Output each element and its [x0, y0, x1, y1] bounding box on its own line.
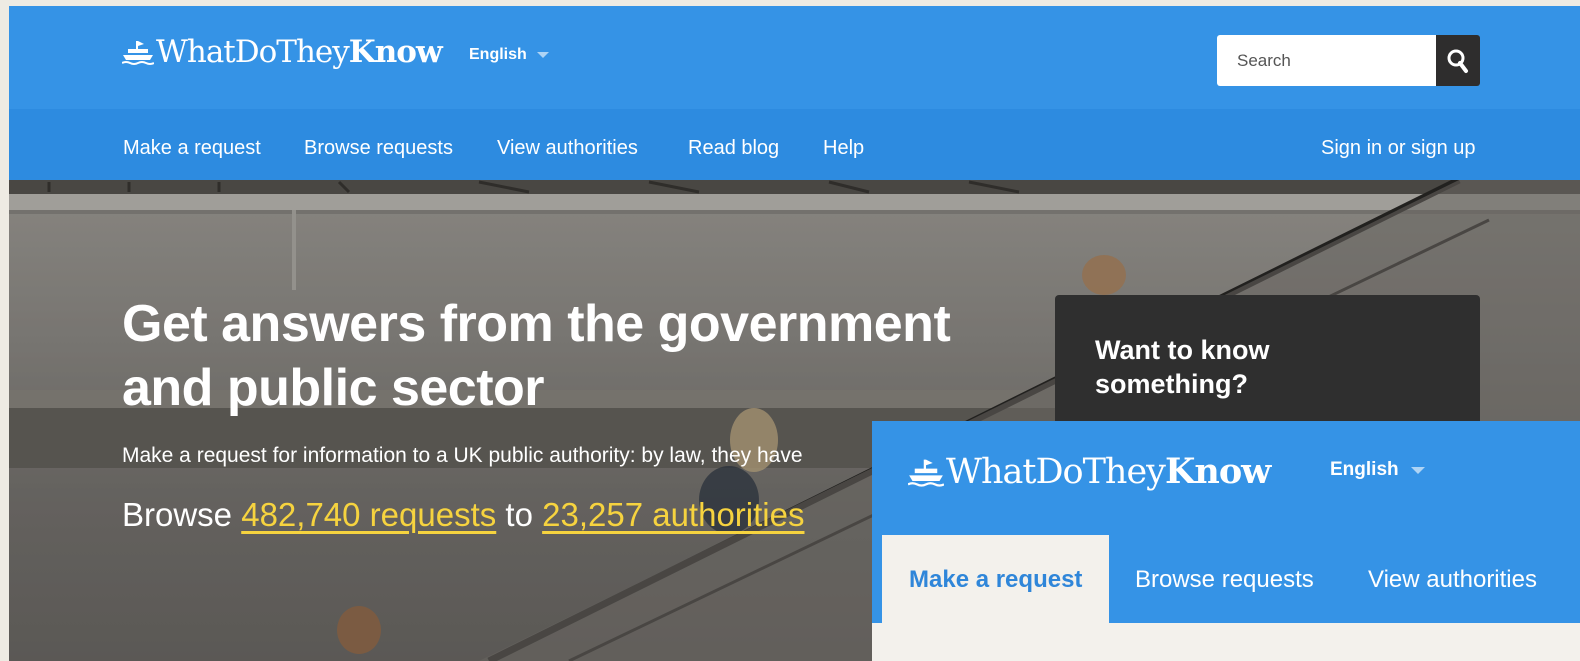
inset-logo-text-bold: Know: [1164, 451, 1271, 492]
inset-tab-view-authorities[interactable]: View authorities: [1368, 535, 1537, 623]
search-icon: [1447, 49, 1468, 73]
main-navigation: Make a request Browse requests View auth…: [9, 109, 1580, 180]
inset-language-selector[interactable]: English: [1330, 459, 1425, 481]
nav-read-blog[interactable]: Read blog: [688, 109, 779, 180]
ship-logo-icon: [908, 459, 944, 487]
inset-site-logo[interactable]: WhatDoThey Know: [908, 451, 1271, 492]
search-button[interactable]: [1436, 35, 1480, 86]
requests-count-link[interactable]: 482,740 requests: [241, 496, 496, 533]
nav-help[interactable]: Help: [823, 109, 864, 180]
chevron-down-icon: [536, 52, 549, 58]
hero-subtitle: Make a request for information to a UK p…: [122, 444, 803, 467]
inset-tab-browse-requests[interactable]: Browse requests: [1135, 535, 1314, 623]
want-to-know-title: Want to know something?: [1095, 335, 1270, 399]
logo-text-bold: Know: [348, 34, 443, 70]
browse-middle: to: [505, 496, 533, 533]
nav-make-request[interactable]: Make a request: [123, 109, 261, 180]
ship-logo-icon: [122, 41, 154, 65]
inset-navigation: Make a request Browse requests View auth…: [872, 535, 1580, 623]
search-input[interactable]: [1217, 35, 1436, 86]
site-logo[interactable]: WhatDoThey Know: [122, 34, 443, 70]
nav-view-authorities[interactable]: View authorities: [497, 109, 638, 180]
inset-language-label: English: [1330, 459, 1399, 480]
zoomed-inset: WhatDoThey Know English Make a request Br…: [872, 421, 1580, 661]
inset-header: WhatDoThey Know English: [872, 421, 1580, 535]
logo-text-light: WhatDoThey: [156, 34, 350, 70]
search-form: [1217, 35, 1480, 86]
inset-tab-make-request[interactable]: Make a request: [882, 535, 1110, 623]
browse-prefix: Browse: [122, 496, 233, 533]
authorities-count-link[interactable]: 23,257 authorities: [542, 496, 804, 533]
language-label: English: [469, 46, 527, 63]
nav-sign-in[interactable]: Sign in or sign up: [1321, 109, 1476, 180]
site-header: WhatDoThey Know English: [9, 6, 1580, 109]
language-selector[interactable]: English: [469, 46, 549, 64]
nav-browse-requests[interactable]: Browse requests: [304, 109, 453, 180]
hero-browse-line: Browse 482,740 requests to 23,257 author…: [122, 496, 804, 534]
inset-logo-text-light: WhatDoThey: [946, 451, 1166, 492]
chevron-down-icon: [1410, 466, 1425, 474]
hero-title: Get answers from the government and publ…: [122, 295, 951, 417]
